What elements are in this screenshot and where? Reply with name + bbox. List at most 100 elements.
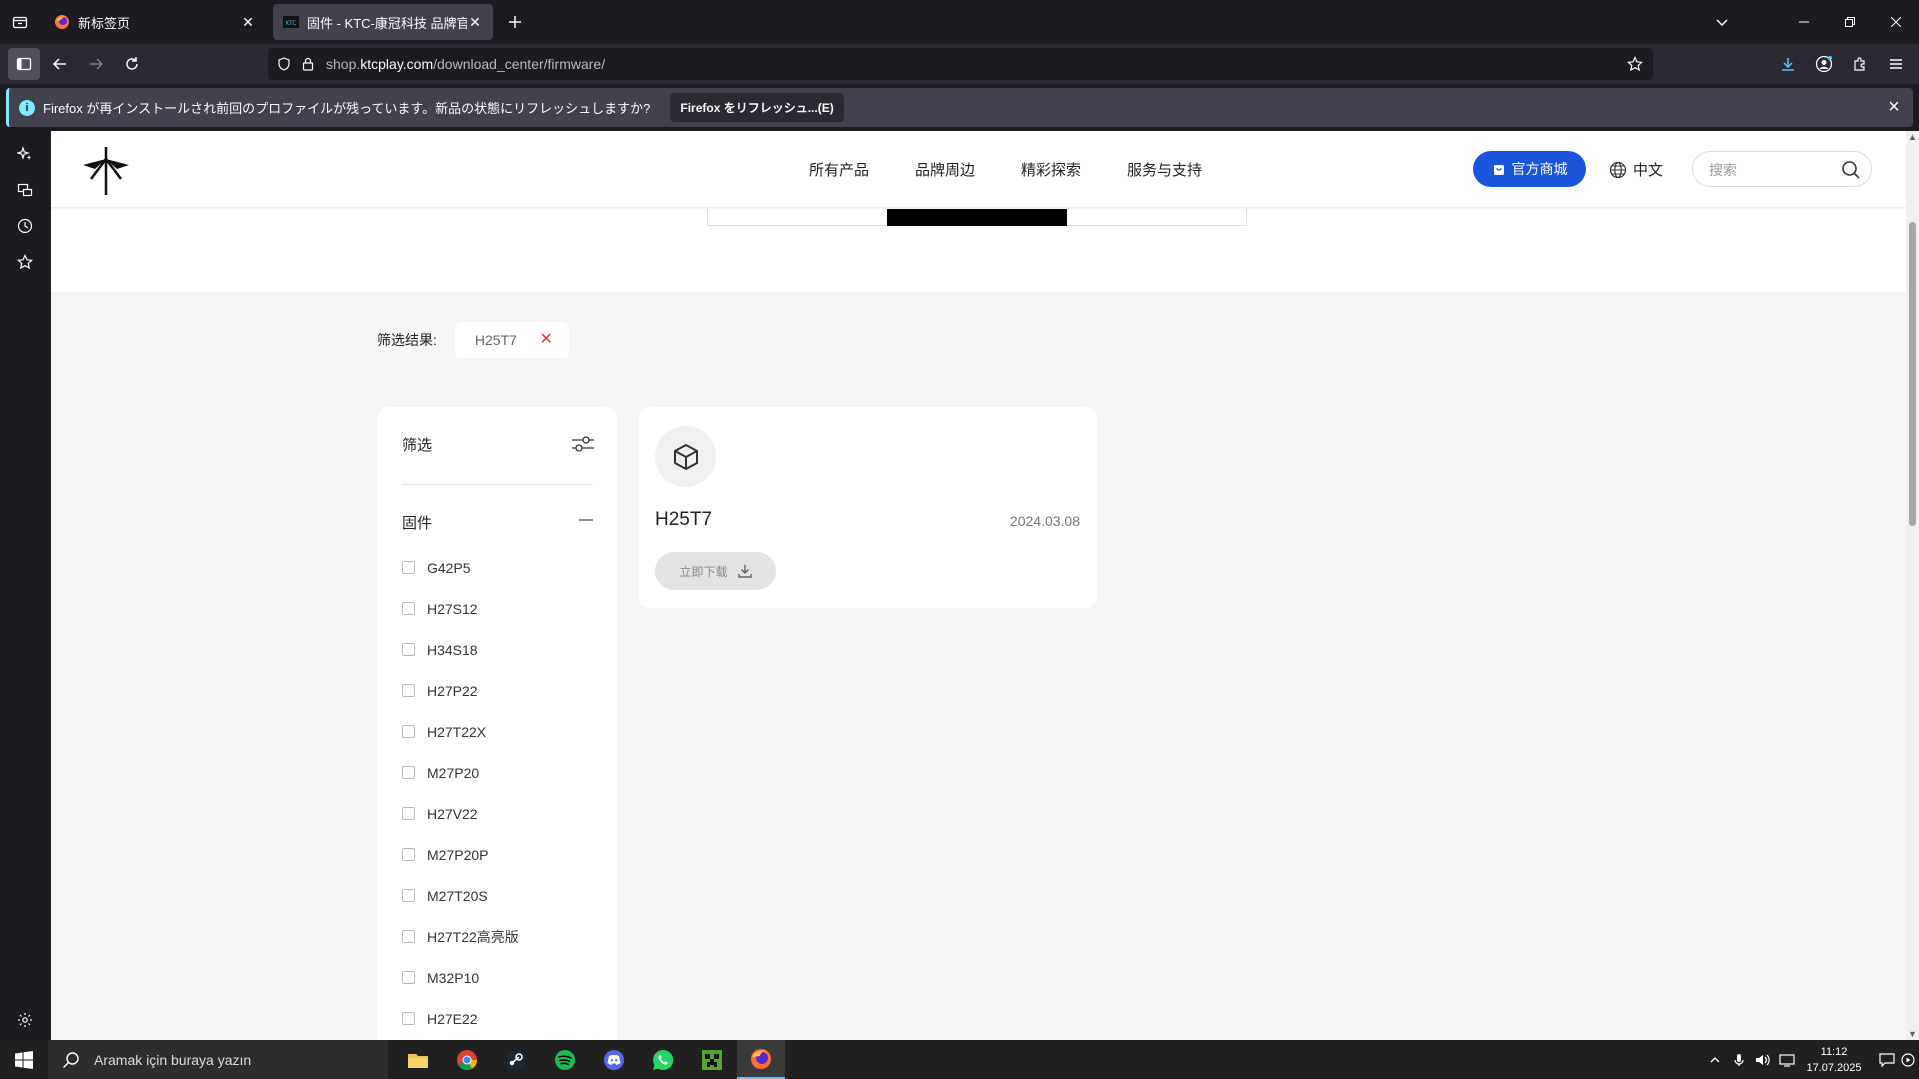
tray-overflow-button[interactable] bbox=[1704, 1040, 1726, 1079]
forward-button[interactable] bbox=[80, 48, 112, 80]
folder-icon bbox=[408, 1053, 428, 1068]
menu-explore[interactable]: 精彩探索 bbox=[1021, 159, 1081, 180]
checkbox[interactable] bbox=[402, 807, 415, 820]
taskbar-app-minecraft[interactable] bbox=[688, 1040, 736, 1079]
search-icon[interactable] bbox=[1841, 160, 1861, 180]
account-button[interactable] bbox=[1808, 48, 1840, 80]
active-category-tab[interactable] bbox=[887, 209, 1067, 226]
model-checkbox-item[interactable]: H27E22 bbox=[402, 998, 519, 1039]
arrow-right-icon bbox=[90, 58, 104, 70]
spotify-icon bbox=[555, 1049, 575, 1070]
model-checkbox-item[interactable]: H27P22 bbox=[402, 670, 519, 711]
close-window-button[interactable] bbox=[1873, 0, 1919, 44]
extensions-button[interactable] bbox=[1844, 48, 1876, 80]
refresh-firefox-button[interactable]: Firefox をリフレッシュ...(E) bbox=[670, 93, 844, 122]
filter-category-firmware[interactable]: 固件 bbox=[402, 512, 432, 533]
checkbox[interactable] bbox=[402, 725, 415, 738]
filter-panel-title: 筛选 bbox=[402, 437, 433, 454]
scroll-down-arrow-icon[interactable]: ▼ bbox=[1907, 1029, 1918, 1039]
sidebar-toggle-button[interactable] bbox=[8, 48, 40, 80]
page-scrollbar[interactable]: ▲ ▼ bbox=[1906, 131, 1919, 1040]
close-tab-icon[interactable]: ✕ bbox=[240, 14, 256, 30]
tray-network[interactable] bbox=[1776, 1040, 1798, 1079]
bookmarks-button[interactable] bbox=[13, 250, 37, 274]
remove-filter-icon[interactable]: ✕ bbox=[539, 331, 552, 349]
menu-all-products[interactable]: 所有产品 bbox=[809, 159, 869, 180]
model-checkbox-item[interactable]: M27P20 bbox=[402, 752, 519, 793]
scroll-up-arrow-icon[interactable]: ▲ bbox=[1907, 132, 1918, 142]
taskbar-app-spotify[interactable] bbox=[541, 1040, 589, 1079]
taskbar-app-steam[interactable] bbox=[492, 1040, 540, 1079]
network-icon bbox=[1779, 1053, 1795, 1067]
checkbox[interactable] bbox=[402, 848, 415, 861]
close-notification-icon[interactable]: × bbox=[1883, 96, 1905, 118]
checkbox[interactable] bbox=[402, 602, 415, 615]
tray-microphone[interactable] bbox=[1728, 1040, 1750, 1079]
taskbar-app-firefox[interactable] bbox=[737, 1040, 785, 1079]
tray-volume[interactable] bbox=[1752, 1040, 1774, 1079]
model-checkbox-item[interactable]: M27P20P bbox=[402, 834, 519, 875]
taskbar-clock[interactable]: 11:12 17.07.2025 bbox=[1800, 1044, 1868, 1076]
tab-new-tab[interactable]: 新标签页 ✕ bbox=[44, 4, 266, 40]
filter-result-label: 筛选结果: bbox=[377, 332, 437, 348]
close-tab-icon[interactable]: ✕ bbox=[467, 14, 483, 30]
sidebar-icon bbox=[16, 57, 32, 71]
model-checkbox-item[interactable]: M32P10 bbox=[402, 957, 519, 998]
taskbar-app-whatsapp[interactable] bbox=[639, 1040, 687, 1079]
checkbox[interactable] bbox=[402, 643, 415, 656]
chrome-icon bbox=[457, 1049, 478, 1070]
tab-firmware[interactable]: KTC 固件 - KTC-康冠科技 品牌官方商城 ✕ bbox=[273, 4, 493, 40]
tabs-dropdown-button[interactable] bbox=[1706, 6, 1738, 38]
checkbox[interactable] bbox=[402, 766, 415, 779]
download-now-button[interactable]: 立即下载 bbox=[655, 552, 776, 590]
synced-tabs-button[interactable] bbox=[13, 178, 37, 202]
sidebar-settings-button[interactable] bbox=[13, 1008, 37, 1032]
checkbox[interactable] bbox=[402, 971, 415, 984]
site-info-icon[interactable] bbox=[296, 52, 320, 76]
language-selector[interactable]: 中文 bbox=[1609, 159, 1663, 180]
list-all-tabs-button[interactable] bbox=[4, 6, 36, 38]
model-checkbox-item[interactable]: H27T22高亮版 bbox=[402, 916, 519, 957]
taskbar-app-chrome[interactable] bbox=[443, 1040, 491, 1079]
address-bar[interactable]: shop.ktcplay.com/download_center/firmwar… bbox=[268, 48, 1653, 80]
ai-chatbot-button[interactable] bbox=[13, 142, 37, 166]
model-label: M32P10 bbox=[427, 969, 480, 986]
model-checkbox-item[interactable]: H27V22 bbox=[402, 793, 519, 834]
tab-title: 新标签页 bbox=[78, 15, 131, 31]
downloads-button[interactable] bbox=[1772, 48, 1804, 80]
restore-button[interactable] bbox=[1827, 0, 1873, 44]
site-search-input[interactable] bbox=[1709, 160, 1829, 180]
menu-brand-merch[interactable]: 品牌周边 bbox=[915, 159, 975, 180]
filter-sliders-icon[interactable] bbox=[571, 434, 595, 454]
scrollbar-thumb[interactable] bbox=[1909, 222, 1916, 526]
start-button[interactable] bbox=[0, 1040, 47, 1079]
tray-show-desktop[interactable] bbox=[1898, 1040, 1918, 1079]
official-store-button[interactable]: 官方商城 bbox=[1473, 151, 1586, 187]
model-checkbox-item[interactable]: H34S18 bbox=[402, 629, 519, 670]
menu-service-support[interactable]: 服务与支持 bbox=[1127, 159, 1202, 180]
new-tab-button[interactable] bbox=[499, 6, 531, 38]
bookmark-star-button[interactable] bbox=[1623, 52, 1647, 76]
taskbar-search-box[interactable]: Aramak için buraya yazın bbox=[48, 1040, 388, 1079]
model-checkbox-item[interactable]: H27S12 bbox=[402, 588, 519, 629]
history-button[interactable] bbox=[13, 214, 37, 238]
taskbar-app-discord[interactable] bbox=[590, 1040, 638, 1079]
reload-button[interactable] bbox=[116, 48, 148, 80]
checkbox[interactable] bbox=[402, 684, 415, 697]
hamburger-menu-icon bbox=[1890, 59, 1902, 69]
collapse-minus-icon[interactable] bbox=[579, 513, 593, 527]
checkbox[interactable] bbox=[402, 889, 415, 902]
app-menu-button[interactable] bbox=[1880, 48, 1912, 80]
model-checkbox-item[interactable]: H27T22X bbox=[402, 711, 519, 752]
back-button[interactable] bbox=[44, 48, 76, 80]
model-checkbox-item[interactable]: M27T20S bbox=[402, 875, 519, 916]
ktc-logo-icon[interactable] bbox=[79, 145, 133, 197]
tracking-protection-icon[interactable] bbox=[272, 52, 296, 76]
tray-notifications[interactable] bbox=[1876, 1040, 1898, 1079]
checkbox[interactable] bbox=[402, 561, 415, 574]
checkbox[interactable] bbox=[402, 1012, 415, 1025]
model-checkbox-item[interactable]: G42P5 bbox=[402, 547, 519, 588]
minimize-button[interactable] bbox=[1781, 0, 1827, 44]
taskbar-app-file-explorer[interactable] bbox=[394, 1040, 442, 1079]
checkbox[interactable] bbox=[402, 930, 415, 943]
